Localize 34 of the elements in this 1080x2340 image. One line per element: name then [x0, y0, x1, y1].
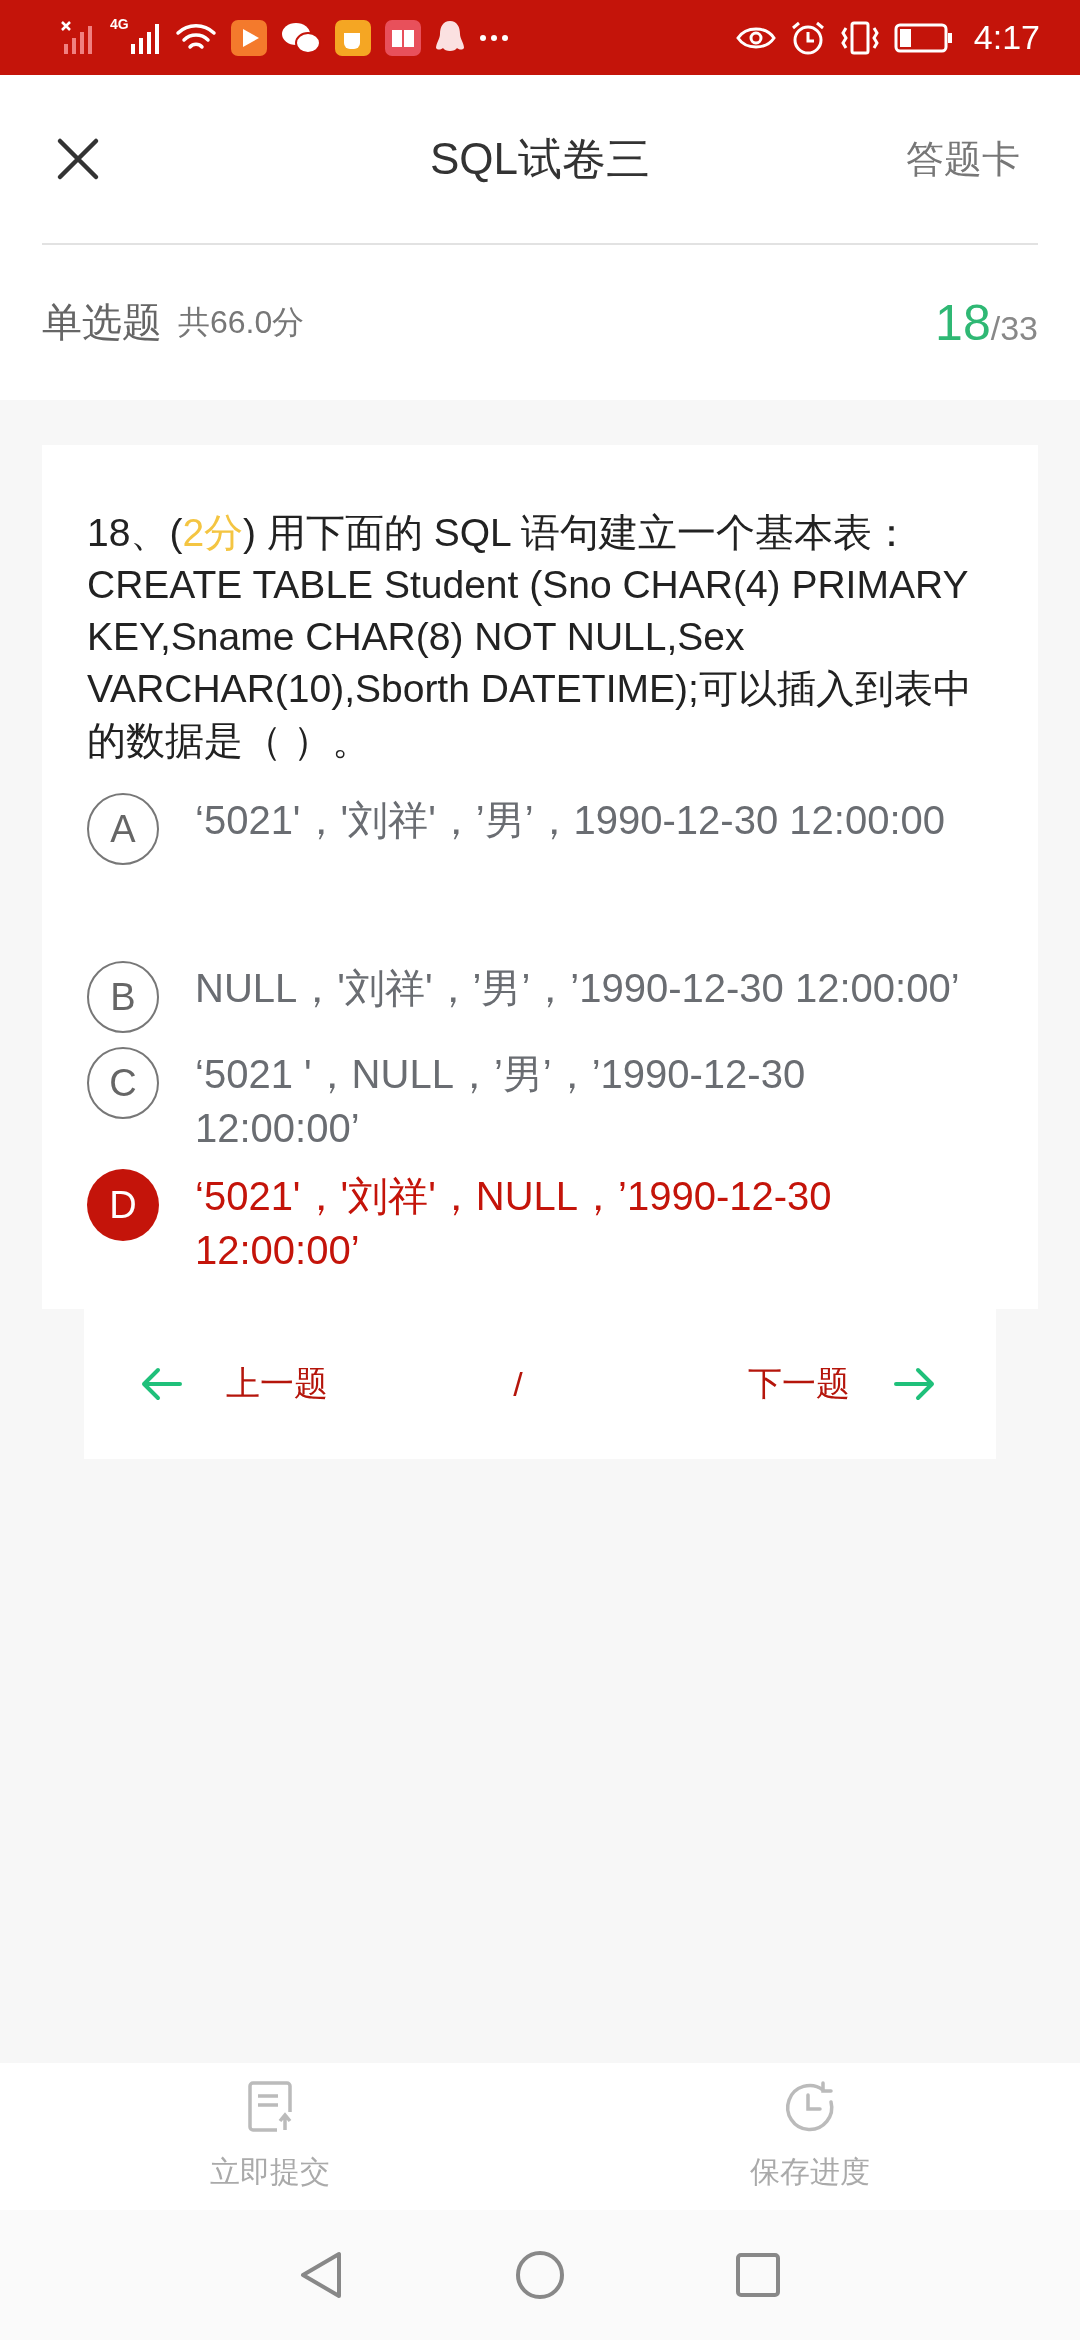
- question-text: 18、(2分) 用下面的 SQL 语句建立一个基本表：CREATE TABLE Student (Sno CHAR(4) PRIMARY KEY,Sname CHAR(8) NOT NULL,Sex VARCHAR(10),Sborth DATETIME);可以插入到表中的数据是（ ）。: [87, 510, 973, 764]
- answer-card-button[interactable]: 答题卡: [886, 125, 1040, 193]
- recents-button[interactable]: [735, 2252, 781, 2298]
- alarm-icon: [789, 19, 826, 56]
- clock-icon: [783, 2080, 837, 2134]
- close-button[interactable]: [56, 137, 100, 181]
- home-button[interactable]: [515, 2250, 565, 2300]
- chat-bubbles-icon: [280, 20, 321, 55]
- option-radio[interactable]: C: [87, 1047, 159, 1119]
- option-radio[interactable]: D: [87, 1169, 159, 1241]
- more-icon: [478, 33, 509, 42]
- play-app-icon: [230, 19, 267, 56]
- left-arrow-icon: [140, 1367, 182, 1401]
- page-title: SQL试卷三: [429, 133, 650, 183]
- battery-icon: [893, 22, 954, 53]
- option-text[interactable]: ‘5021 '，NULL，’男’，’1990-12-30 12:00:00’: [195, 1047, 978, 1155]
- option-text[interactable]: ‘5021'，'刘祥'，’男’，1990-12-30 12:00:00: [195, 793, 945, 847]
- cup-app-icon: [334, 19, 371, 56]
- status-time: 4:17: [973, 18, 1040, 57]
- total-score: 共66.0分: [178, 302, 305, 342]
- question-type: 单选题: [42, 299, 162, 346]
- option-radio[interactable]: A: [87, 793, 159, 865]
- book-app-icon: [384, 19, 421, 56]
- option-radio[interactable]: B: [87, 961, 159, 1033]
- next-button[interactable]: 下一题: [748, 1361, 936, 1407]
- option-text[interactable]: NULL，'刘祥'，’男’，’1990-12-30 12:00:00’: [195, 961, 960, 1015]
- previous-button[interactable]: 上一题: [140, 1361, 328, 1407]
- right-arrow-icon: [894, 1367, 936, 1401]
- nav-separator: /: [512, 1364, 524, 1404]
- option-text[interactable]: ‘5021'，'刘祥'，NULL，’1990-12-30 12:00:00’: [195, 1169, 978, 1277]
- network-type: 4G: [110, 16, 129, 32]
- document-upload-icon: [247, 2080, 293, 2134]
- vibrate-icon: [839, 19, 880, 56]
- question-counter: 18/33: [935, 293, 1038, 352]
